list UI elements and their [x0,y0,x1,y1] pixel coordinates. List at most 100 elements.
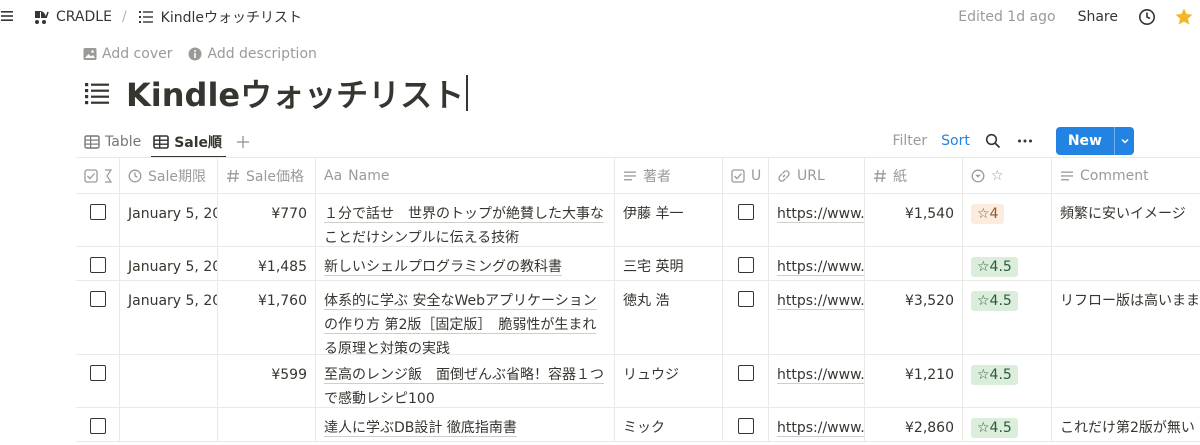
name-cell[interactable]: 至高のレンジ飯 面倒ぜんぶ省略！容器１つで感動レシピ100 [316,355,615,407]
comment-cell[interactable]: 頻繁に安いイメージ [1052,194,1200,246]
sale-date-cell[interactable]: January 5, 2023 [120,281,218,354]
u-checkbox[interactable] [737,204,754,220]
author-cell[interactable]: ミック [615,408,723,441]
row-checkbox[interactable] [89,365,106,381]
paper-price-cell[interactable] [865,247,963,280]
row-checkbox[interactable] [89,291,106,307]
name-cell[interactable]: １分で話せ 世界のトップが絶賛した大事なことだけシンプルに伝える技術 [316,194,615,246]
column-header-label: ☆ [991,167,1004,184]
search-icon[interactable] [984,132,1002,150]
menu-icon[interactable] [0,8,16,24]
table-row[interactable]: January 5, 2023 ¥1,485 新しいシェルプログラミングの教科書… [76,247,1200,281]
sale-date-cell[interactable]: January 5, 2023 [120,247,218,280]
u-checkbox[interactable] [737,418,754,434]
url-cell[interactable]: https://www.an [769,247,865,280]
u-checkbox[interactable] [737,365,754,381]
url-cell[interactable]: https://www.an [769,281,865,354]
row-checkbox[interactable] [89,204,106,220]
favorite-star-icon[interactable] [1174,7,1194,27]
column-header-author[interactable]: 著者 [615,158,723,193]
comment-cell[interactable]: リフロー版は高いまま [1052,281,1200,354]
paper-price-cell[interactable]: ¥3,520 [865,281,963,354]
sort-button[interactable]: Sort [941,133,970,149]
table-row[interactable]: 達人に学ぶDB設計 徹底指南書 ミック https://www.an ¥2,86… [76,408,1200,442]
url-link[interactable]: https://www.an [777,293,864,310]
breadcrumb-page[interactable]: Kindleウォッチリスト [161,7,302,27]
u-checkbox[interactable] [737,291,754,307]
table-row[interactable]: ¥599 至高のレンジ飯 面倒ぜんぶ省略！容器１つで感動レシピ100 リュウジ … [76,355,1200,408]
breadcrumb-workspace[interactable]: CRADLE [56,9,112,25]
add-description-button[interactable]: Add description [188,46,317,62]
author-cell[interactable]: リュウジ [615,355,723,407]
u-checkbox-cell [723,281,769,354]
new-button[interactable]: New [1055,127,1134,155]
table-row[interactable]: January 5, 2023 ¥770 １分で話せ 世界のトップが絶賛した大事… [76,194,1200,247]
column-header-sale-price[interactable]: Sale価格 [218,158,316,193]
author-cell[interactable]: 三宅 英明 [615,247,723,280]
comment-cell[interactable]: これだけ第2版が無い [1052,408,1200,441]
sale-price-cell[interactable]: ¥599 [218,355,316,407]
url-link[interactable]: https://www.an [777,206,864,223]
name-cell[interactable]: 達人に学ぶDB設計 徹底指南書 [316,408,615,441]
comment-cell[interactable] [1052,247,1200,280]
paper-price-cell[interactable]: ¥1,210 [865,355,963,407]
page-title[interactable]: Kindleウォッチリスト [126,70,464,116]
row-title[interactable]: 体系的に学ぶ 安全なWebアプリケーションの作り方 第2版［固定版］ 脆弱性が生… [324,293,597,354]
column-header-name[interactable]: Aa Name [316,158,615,193]
url-cell[interactable]: https://www.an [769,355,865,407]
sale-price-cell[interactable] [218,408,316,441]
star-cell[interactable]: ☆4.5 [963,281,1052,354]
new-dropdown-toggle[interactable] [1114,127,1134,155]
table-row[interactable]: January 5, 2023 ¥1,760 体系的に学ぶ 安全なWebアプリケ… [76,281,1200,355]
paper-price-cell[interactable]: ¥2,860 [865,408,963,441]
row-checkbox-cell [76,281,120,354]
column-header-url[interactable]: URL [769,158,865,193]
column-header-paper[interactable]: 紙 [865,158,963,193]
url-cell[interactable]: https://www.an [769,194,865,246]
name-cell[interactable]: 新しいシェルプログラミングの教科書 [316,247,615,280]
filter-button[interactable]: Filter [892,133,927,149]
add-cover-button[interactable]: Add cover [83,46,172,62]
sale-date-cell[interactable] [120,408,218,441]
column-header-sale-date[interactable]: Sale期限 [120,158,218,193]
author-cell[interactable]: 伊藤 羊一 [615,194,723,246]
row-title[interactable]: １分で話せ 世界のトップが絶賛した大事なことだけシンプルに伝える技術 [324,206,604,246]
sale-price-cell[interactable]: ¥770 [218,194,316,246]
paper-price-cell[interactable]: ¥1,540 [865,194,963,246]
star-cell[interactable]: ☆4.5 [963,247,1052,280]
column-header-check[interactable] [76,158,120,193]
tab-table[interactable]: Table [84,126,141,158]
name-cell[interactable]: 体系的に学ぶ 安全なWebアプリケーションの作り方 第2版［固定版］ 脆弱性が生… [316,281,615,354]
u-checkbox-cell [723,194,769,246]
url-link[interactable]: https://www.an [777,259,864,276]
column-header-star[interactable]: ☆ [963,158,1052,193]
more-options-icon[interactable] [1016,132,1034,150]
comment-cell[interactable] [1052,355,1200,407]
tab-sale-order[interactable]: Sale順 [151,126,226,158]
sale-date-cell[interactable] [120,355,218,407]
column-header-comment[interactable]: Comment [1052,158,1200,193]
sale-date-cell[interactable]: January 5, 2023 [120,194,218,246]
row-title[interactable]: 達人に学ぶDB設計 徹底指南書 [324,420,517,437]
star-cell[interactable]: ☆4.5 [963,408,1052,441]
column-header-u[interactable]: U [723,158,769,193]
sale-price-cell[interactable]: ¥1,485 [218,247,316,280]
url-link[interactable]: https://www.an [777,420,864,437]
row-title[interactable]: 至高のレンジ飯 面倒ぜんぶ省略！容器１つで感動レシピ100 [324,367,604,407]
add-description-label: Add description [207,46,317,62]
share-button[interactable]: Share [1078,9,1118,25]
row-checkbox[interactable] [89,257,106,273]
author-cell[interactable]: 徳丸 浩 [615,281,723,354]
row-checkbox-cell [76,247,120,280]
u-checkbox[interactable] [737,257,754,273]
star-cell[interactable]: ☆4.5 [963,355,1052,407]
url-cell[interactable]: https://www.an [769,408,865,441]
number-hash-icon [227,169,239,182]
sale-price-cell[interactable]: ¥1,760 [218,281,316,354]
history-clock-icon[interactable] [1138,8,1156,26]
star-cell[interactable]: ☆4 [963,194,1052,246]
add-view-button[interactable] [236,126,250,158]
url-link[interactable]: https://www.an [777,367,864,384]
row-checkbox[interactable] [89,418,106,434]
row-title[interactable]: 新しいシェルプログラミングの教科書 [324,259,562,276]
